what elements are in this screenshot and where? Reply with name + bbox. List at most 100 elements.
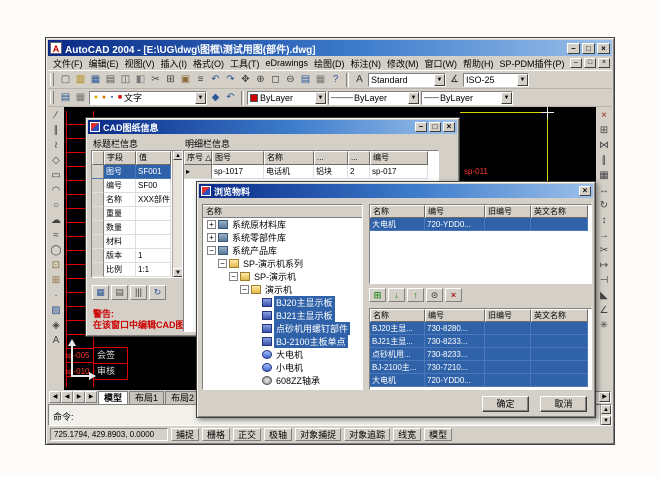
tree-node-label[interactable]: 608ZZ轴承: [274, 374, 322, 387]
break-icon[interactable]: ⊣: [597, 274, 612, 288]
menu-item[interactable]: 窗口(W): [422, 57, 461, 70]
menu-item[interactable]: eDrawings: [263, 58, 312, 68]
tree-node[interactable]: BJ20主显示板: [203, 296, 362, 309]
column-header[interactable]: 名称: [264, 151, 314, 165]
explode-icon[interactable]: ✳: [597, 319, 612, 333]
dim-style-icon[interactable]: ∡: [447, 73, 462, 87]
tree-node[interactable]: 608ZZ轴承: [203, 374, 362, 387]
tree-node-label[interactable]: BJ-2100主板单点: [274, 335, 348, 348]
column-header[interactable]: 字段: [104, 151, 136, 165]
tree-node-label[interactable]: 小电机: [274, 361, 305, 374]
open-file-icon[interactable]: ▥: [73, 73, 88, 87]
rotate-icon[interactable]: ↻: [597, 199, 612, 213]
undo-icon[interactable]: ↶: [208, 73, 223, 87]
column-header[interactable]: 值: [136, 151, 171, 165]
plot-icon[interactable]: ▤: [103, 73, 118, 87]
dialog-close-button[interactable]: ×: [443, 122, 455, 132]
command-scrollbar[interactable]: ▲ ▼: [600, 405, 611, 425]
dim-style-combo[interactable]: ISO-25 ▼: [463, 73, 529, 87]
menu-item[interactable]: 视图(V): [122, 57, 158, 70]
tree-node-label[interactable]: 系统零部件库: [230, 231, 288, 244]
prev-layout-tab-button[interactable]: ◀: [61, 391, 73, 403]
hatch-icon[interactable]: ▨: [49, 304, 64, 318]
copy-icon[interactable]: ⊞: [163, 73, 178, 87]
status-toggle-button[interactable]: 正交: [233, 428, 261, 441]
toolbar-grip[interactable]: [50, 73, 54, 86]
column-header[interactable]: 英文名称: [531, 205, 588, 218]
tree-node[interactable]: BJ21主显示板: [203, 309, 362, 322]
next-layout-tab-button[interactable]: ▶: [73, 391, 85, 403]
properties-icon[interactable]: ▤: [298, 73, 313, 87]
layer-lock-icon[interactable]: ▪: [108, 93, 116, 103]
offset-icon[interactable]: ∥: [597, 154, 612, 168]
scroll-down-icon[interactable]: ▼: [601, 416, 611, 425]
column-header[interactable]: 编号: [425, 205, 485, 218]
combo-arrow-icon[interactable]: ▼: [315, 92, 326, 104]
menu-item[interactable]: SP-PDM插件(P): [497, 57, 568, 70]
column-header[interactable]: 名称: [370, 309, 425, 322]
tree-node-label[interactable]: 系统产品库: [230, 244, 279, 257]
tree-node[interactable]: −SP-演示机系列: [203, 257, 362, 270]
table-row[interactable]: 编号SF00: [92, 179, 172, 193]
column-header[interactable]: [92, 151, 104, 165]
mtext-icon[interactable]: A: [49, 334, 64, 348]
refresh-icon[interactable]: ↻: [149, 285, 166, 300]
collapse-icon[interactable]: −: [207, 246, 216, 255]
dialog-minimize-button[interactable]: –: [415, 122, 427, 132]
tree-node[interactable]: BJ-2100主板单点: [203, 335, 362, 348]
title-bar[interactable]: A AutoCAD 2004 - [E:\UG\dwg\图框\测试用图(部件).…: [48, 40, 612, 56]
revision-cloud-icon[interactable]: ☁: [49, 214, 64, 228]
column-header[interactable]: 旧编号: [485, 205, 531, 218]
search-button[interactable]: ⊙: [426, 288, 443, 302]
zoom-window-icon[interactable]: ◻: [268, 73, 283, 87]
extend-icon[interactable]: ↦: [597, 259, 612, 273]
fillet-icon[interactable]: ∠: [597, 304, 612, 318]
tree-node[interactable]: −演示机: [203, 283, 362, 296]
combo-arrow-icon[interactable]: ▼: [408, 92, 419, 104]
toolbar-grip[interactable]: [50, 91, 54, 104]
status-toggle-button[interactable]: 对象追踪: [344, 428, 390, 441]
child-restore-button[interactable]: □: [584, 58, 596, 68]
save-icon[interactable]: ▦: [88, 73, 103, 87]
ok-button[interactable]: 确定: [482, 396, 529, 412]
tree-node-label[interactable]: SP-演示机系列: [241, 257, 305, 270]
grid-view-icon[interactable]: ▦: [92, 285, 109, 300]
combo-arrow-icon[interactable]: ▼: [501, 92, 512, 104]
status-toggle-button[interactable]: 捕捉: [171, 428, 199, 441]
tree-column-header[interactable]: 名称: [203, 205, 362, 218]
restore-button[interactable]: □: [582, 43, 595, 54]
help-icon[interactable]: ?: [328, 73, 343, 87]
collapse-icon[interactable]: −: [229, 272, 238, 281]
pan-icon[interactable]: ✥: [238, 73, 253, 87]
dialog-restore-button[interactable]: □: [429, 122, 441, 132]
layer-combo[interactable]: ●●▪■ 文字 ▼: [89, 91, 207, 105]
last-layout-tab-button[interactable]: ▶: [85, 391, 97, 403]
tree-node-label[interactable]: 系统原材料库: [230, 218, 288, 231]
line-icon[interactable]: ∕: [49, 109, 64, 123]
spline-icon[interactable]: ≈: [49, 229, 64, 243]
construction-line-icon[interactable]: ∥: [49, 124, 64, 138]
design-center-icon[interactable]: ▦: [313, 73, 328, 87]
polygon-icon[interactable]: ◇: [49, 154, 64, 168]
tree-node-label[interactable]: 演示机: [263, 283, 294, 296]
column-header[interactable]: 旧编号: [485, 309, 531, 322]
menu-item[interactable]: 修改(M): [384, 57, 422, 70]
region-icon[interactable]: ◈: [49, 319, 64, 333]
menu-item[interactable]: 绘图(D): [311, 57, 348, 70]
redo-icon[interactable]: ↷: [223, 73, 238, 87]
first-layout-tab-button[interactable]: ◀: [49, 391, 61, 403]
table-row[interactable]: 比例1:1: [92, 263, 172, 277]
tree-node[interactable]: −SP-演示机: [203, 270, 362, 283]
status-toggle-button[interactable]: 栅格: [202, 428, 230, 441]
column-header[interactable]: 名称: [370, 205, 425, 218]
dialog-title-bar[interactable]: CAD图纸信息 –□×: [88, 120, 457, 134]
remove-button[interactable]: ×: [445, 288, 462, 302]
column-header[interactable]: ...: [348, 151, 370, 165]
table-row[interactable]: 版本1: [92, 249, 172, 263]
new-file-icon[interactable]: ▢: [58, 73, 73, 87]
tree-node-label[interactable]: BJ20主显示板: [274, 296, 335, 309]
table-row[interactable]: 重量: [92, 207, 172, 221]
point-icon[interactable]: ·: [49, 289, 64, 303]
add-material-button[interactable]: ⊞: [369, 288, 386, 302]
trim-icon[interactable]: ✂: [597, 244, 612, 258]
